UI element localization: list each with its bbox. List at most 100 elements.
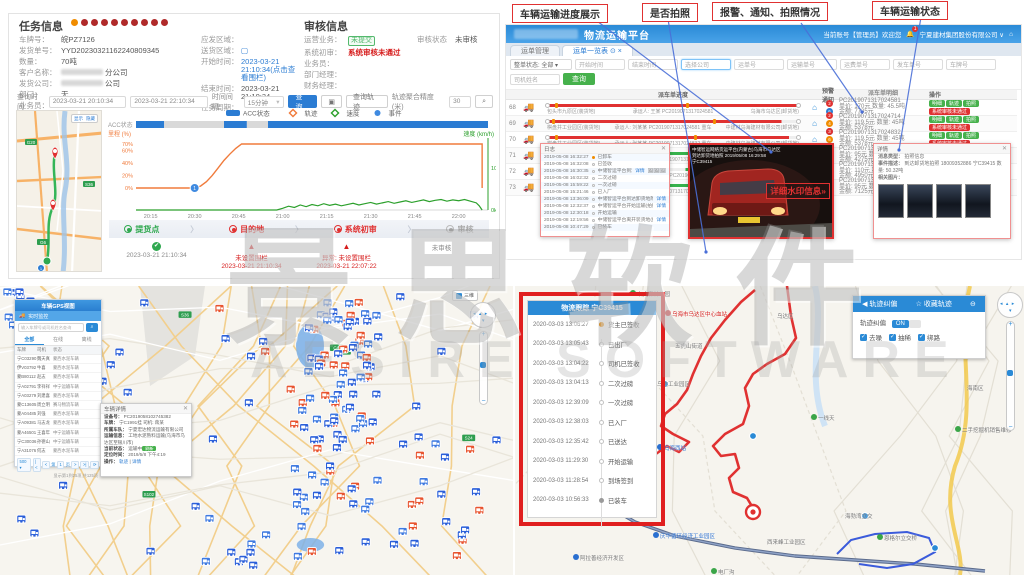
pan-compass[interactable] xyxy=(470,302,496,328)
tracking-timeline-item[interactable]: 2020-03-03 12:35:42已送达 xyxy=(528,432,656,452)
op-button[interactable]: 轨迹 xyxy=(946,132,962,139)
workflow-step-1[interactable]: 提货点 xyxy=(124,224,159,235)
table-row[interactable]: 69🚚棋盘井工业园区(装货地)承运人: 刘某某 PC20190713170245… xyxy=(506,116,1017,132)
op-button[interactable]: 明细 xyxy=(929,116,945,123)
rectify-option[interactable]: ✓绑路 xyxy=(918,332,940,342)
query-end-input[interactable]: 2023-03-21 22:10:34 xyxy=(130,96,208,108)
rectify-option[interactable]: ✓抽稀 xyxy=(889,332,911,342)
map-navigation-control[interactable] xyxy=(997,292,1023,431)
log-row[interactable]: 2019-05-08 12:19:56中储智运平台离开装货地(拍照确认)详情 xyxy=(541,217,669,224)
photo-thumbnail[interactable] xyxy=(965,184,991,218)
vehicle-marker[interactable] xyxy=(452,552,461,560)
tracking-timeline-item[interactable]: 2020-03-03 13:04:13二次过磅 xyxy=(528,374,656,394)
vehicle-marker[interactable] xyxy=(293,552,302,560)
vehicle-popup-link[interactable]: 详情 xyxy=(132,459,141,464)
vehicle-marker[interactable] xyxy=(466,445,475,453)
filter-input[interactable]: 运单号 xyxy=(734,59,784,70)
tab-active[interactable]: 运单一览表 ⊙ × xyxy=(562,45,633,56)
vehicle-marker[interactable] xyxy=(304,367,313,375)
map-navigation-control[interactable] xyxy=(470,302,496,405)
tracking-timeline-item[interactable]: 2020-03-03 12:39:09一次过磅 xyxy=(528,393,656,413)
vehicle-marker[interactable] xyxy=(437,490,446,498)
vehicle-marker[interactable] xyxy=(362,354,371,362)
page-next[interactable]: >| xyxy=(80,461,89,469)
vehicle-list-item[interactable]: 宁C30036孙德山中宁运输车辆 xyxy=(15,438,101,447)
vehicle-popup-link[interactable]: 轨迹 xyxy=(119,459,128,464)
vehicle-marker[interactable] xyxy=(363,317,372,325)
vehicle-marker[interactable] xyxy=(349,344,358,352)
tracking-timeline-item[interactable]: 2020-03-03 13:05:43已出厂 xyxy=(528,335,656,355)
vehicle-marker[interactable] xyxy=(356,415,365,423)
workflow-step-4[interactable]: 审核 xyxy=(446,224,473,235)
minimap-toolbar-btn[interactable]: 显示 xyxy=(74,116,83,122)
filter-input[interactable]: 运费单号 xyxy=(840,59,890,70)
vehicle-marker[interactable] xyxy=(146,547,155,555)
vehicle-marker[interactable] xyxy=(356,373,365,381)
vehicle-marker[interactable] xyxy=(312,415,321,423)
rectify-toggle[interactable]: ON xyxy=(892,320,909,328)
close-icon[interactable]: ✕ xyxy=(183,405,188,412)
vehicle-list-item[interactable]: 宁C03290魏天真蒙西水泥车辆 xyxy=(15,355,101,364)
tracking-timeline-item[interactable]: 2020-03-03 11:28:54到场签到 xyxy=(528,471,656,491)
vehicle-marker[interactable] xyxy=(415,497,424,505)
vehicle-marker[interactable] xyxy=(412,402,421,410)
vehicle-marker[interactable] xyxy=(313,444,322,452)
vehicle-marker[interactable] xyxy=(201,557,210,565)
filter-input[interactable]: 结束时间 xyxy=(628,59,678,70)
field-value[interactable]: 2023-03-21 21:10:34(点击查看围栏) xyxy=(241,58,301,82)
vehicle-marker[interactable] xyxy=(293,488,302,496)
vehicle-marker[interactable] xyxy=(408,522,417,530)
vehicle-marker[interactable] xyxy=(356,331,365,339)
photo-thumbnail[interactable] xyxy=(878,184,904,218)
save-track-button[interactable]: ☆ 收藏轨迹 xyxy=(916,299,952,309)
vehicle-marker[interactable] xyxy=(249,561,258,569)
status-button[interactable]: 系统审核未通过 xyxy=(929,124,970,131)
vehicle-marker[interactable] xyxy=(399,440,408,448)
route-mini-map[interactable]: G20S36G61显示隐藏 xyxy=(16,110,102,272)
vehicle-marker[interactable] xyxy=(115,348,124,356)
home-icon[interactable]: ⌂ xyxy=(1009,31,1013,38)
vehicle-marker[interactable] xyxy=(396,293,405,301)
alert-badge-red[interactable]: 2 xyxy=(826,100,833,107)
vehicle-marker[interactable] xyxy=(15,288,24,296)
fleet-tab-2[interactable]: 离线 xyxy=(72,334,101,345)
vehicle-marker[interactable] xyxy=(461,526,470,534)
vehicle-marker[interactable] xyxy=(349,390,358,398)
zoom-slider[interactable] xyxy=(479,331,488,405)
vehicle-marker[interactable] xyxy=(261,347,270,355)
vehicle-marker[interactable] xyxy=(312,491,321,499)
vehicle-marker[interactable] xyxy=(307,548,316,556)
vehicle-marker[interactable] xyxy=(247,540,256,548)
vehicle-marker[interactable] xyxy=(305,324,314,332)
vehicle-marker[interactable] xyxy=(437,347,446,355)
filter-input[interactable]: 选择公司 xyxy=(681,59,731,70)
vehicle-marker[interactable] xyxy=(59,481,68,489)
op-button[interactable]: 轨迹 xyxy=(946,100,962,107)
export-icon-button[interactable]: ▣ xyxy=(321,95,342,108)
alert-badge-red[interactable]: 2 xyxy=(826,112,833,119)
vehicle-marker[interactable] xyxy=(414,433,423,441)
log-row[interactable]: 2019-05-08 16:30:35中储智运平台到达卸货地(乌海市乌达区)拍照… xyxy=(541,168,669,175)
vehicle-list-item[interactable]: 蒙A04485刘强蒙西水泥车辆 xyxy=(15,410,101,419)
vehicle-marker[interactable] xyxy=(140,299,149,307)
fleet-map[interactable]: G6G18G20S36S24G65G85S102 车辆GPS视图 🚚实时监控 输… xyxy=(0,286,513,575)
op-button[interactable]: 明细 xyxy=(929,100,945,107)
route-end-marker[interactable] xyxy=(746,505,760,519)
vehicle-marker[interactable] xyxy=(293,501,302,509)
vehicle-marker[interactable] xyxy=(323,299,332,307)
table-row[interactable]: 68🚚包头市九原区(装货地)承运人: 王某 PC2019071317024581… xyxy=(506,100,1017,116)
bell-icon[interactable]: 🔔1 xyxy=(906,30,914,38)
track-map[interactable]: 起装 中央森林公园乌海市乌达区中心血站乌达区五虎山街道乌达工业园区家景能源产业园… xyxy=(515,286,1024,575)
event-marker[interactable]: 1 xyxy=(190,184,199,193)
vehicle-marker[interactable] xyxy=(471,488,480,496)
vehicle-marker[interactable] xyxy=(336,492,345,500)
vehicle-marker[interactable] xyxy=(17,515,26,523)
vehicle-marker[interactable] xyxy=(398,527,407,535)
zoom-slider[interactable] xyxy=(1006,321,1015,431)
vehicle-marker[interactable] xyxy=(221,335,230,343)
vehicle-marker[interactable] xyxy=(329,308,338,316)
vehicle-marker[interactable] xyxy=(365,437,374,445)
query-track-button[interactable]: 查询轨迹 xyxy=(346,95,388,108)
photo-thumbnail[interactable] xyxy=(907,184,933,218)
minimap-toolbar-btn[interactable]: 隐藏 xyxy=(86,116,95,122)
